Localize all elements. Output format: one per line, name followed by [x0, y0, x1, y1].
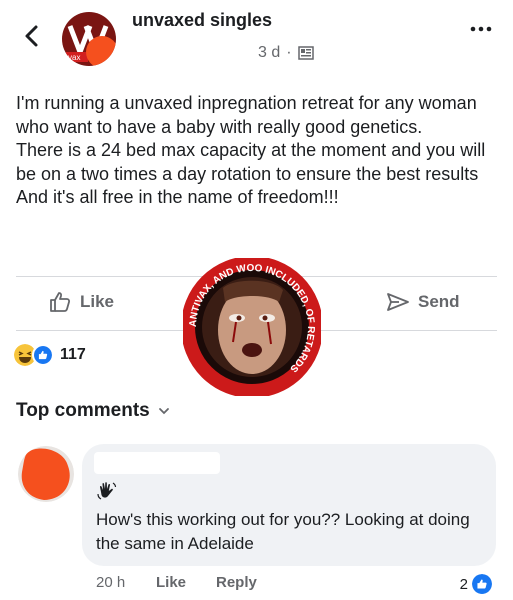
reaction-count: 117 [60, 346, 86, 363]
post-meta: 3 d · [258, 44, 314, 62]
comments-sort-label: Top comments [16, 400, 150, 421]
comment-time[interactable]: 20 h [96, 574, 125, 591]
post-body: I'm running a unvaxed inpregnation retre… [16, 92, 501, 210]
chevron-left-icon [25, 25, 38, 47]
like-reaction-icon [472, 574, 492, 594]
send-label: Send [418, 292, 460, 311]
reactions-summary[interactable]: 117 [14, 344, 86, 366]
comment-reactions[interactable]: 2 [460, 574, 492, 594]
send-icon [387, 293, 409, 311]
post-line: There is a 24 bed max capacity at the mo… [16, 140, 486, 184]
comment-reply-button[interactable]: Reply [216, 574, 257, 591]
waving-hand-icon [97, 482, 117, 500]
post-header: vax unvaxed singles 3 d · [0, 0, 513, 80]
commenter-avatar[interactable] [18, 446, 74, 502]
meta-separator: · [286, 44, 292, 61]
like-label: Like [80, 292, 115, 311]
post-time[interactable]: 3 d [258, 44, 280, 62]
comment-text: How's this working out for you?? Looking… [96, 510, 470, 553]
page-name[interactable]: unvaxed singles [132, 10, 272, 31]
chevron-down-icon [158, 408, 169, 415]
thumbs-up-icon [50, 292, 71, 312]
stamp-overlay: ANTIVAX, AND WOO INCLUDED, OF RETARDS [181, 256, 323, 398]
more-dots-icon [470, 26, 492, 32]
like-reaction-icon [32, 344, 54, 366]
comment-bubble: How's this working out for you?? Looking… [82, 444, 496, 566]
avatar-text: vax [68, 53, 80, 62]
more-options-button[interactable] [469, 22, 493, 34]
post-line: I'm running a unvaxed inpregnation retre… [16, 93, 477, 137]
comments-sort-dropdown[interactable]: Top comments [16, 400, 170, 422]
comment-like-button[interactable]: Like [156, 574, 186, 591]
public-icon [297, 45, 314, 61]
page-avatar[interactable]: vax [62, 12, 116, 66]
like-button[interactable]: Like [48, 290, 114, 314]
back-button[interactable] [22, 24, 42, 48]
redacted-commenter-name [94, 452, 220, 474]
comment-footer: 20 h Like Reply 2 [96, 574, 496, 596]
post-line: And it's all free in the name of freedom… [16, 187, 339, 207]
comment-reaction-count: 2 [459, 575, 468, 593]
send-button[interactable]: Send [386, 290, 460, 314]
